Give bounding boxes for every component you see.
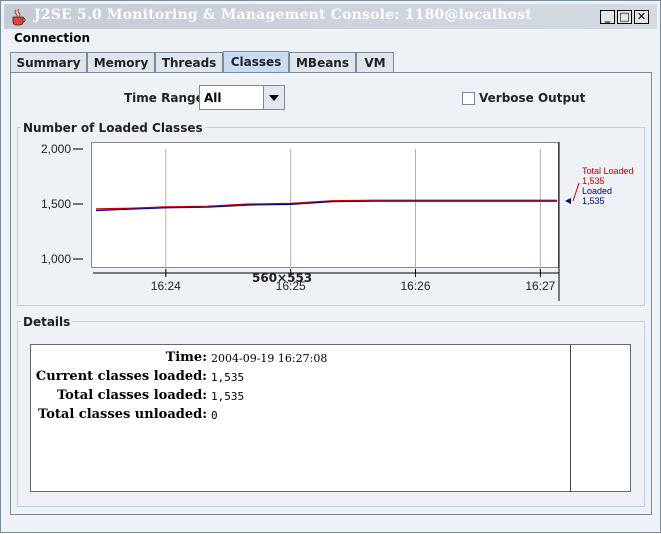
main-window: J2SE 5.0 Monitoring & Management Console…	[0, 0, 661, 533]
detail-current-label: Current classes loaded:	[35, 369, 207, 384]
details-title: Details	[21, 315, 73, 329]
detail-unloaded-label: Total classes unloaded:	[38, 407, 207, 422]
legend-value: 1,535	[582, 176, 605, 186]
overlay-label: 560×553	[252, 271, 313, 285]
x-tick-label: 16:24	[151, 279, 181, 293]
x-tick-label: 16:27	[525, 279, 555, 293]
detail-current-value: 1,535	[211, 371, 245, 384]
x-tick-label: 16:26	[400, 279, 430, 293]
legend-name: Loaded	[582, 186, 612, 196]
legend-name: Total Loaded	[582, 166, 634, 176]
legend-value: 1,535	[582, 196, 605, 206]
series-line-loaded	[95, 200, 557, 212]
y-tick-label: 1,500	[41, 197, 71, 211]
legend-marker	[565, 198, 571, 204]
detail-unloaded-value: 0	[211, 409, 218, 422]
detail-time-value: 2004-09-19 16:27:08	[211, 352, 328, 365]
details-divider	[570, 345, 571, 491]
y-tick-label: 1,000	[41, 252, 71, 266]
detail-total-label: Total classes loaded:	[56, 388, 207, 403]
y-tick-label: 2,000	[41, 142, 71, 156]
details-area: Time: 2004-09-19 16:27:08 Current classe…	[30, 344, 631, 492]
detail-time-label: Time:	[165, 350, 207, 365]
detail-total-value: 1,535	[211, 390, 245, 403]
legend-pointer	[572, 182, 580, 202]
